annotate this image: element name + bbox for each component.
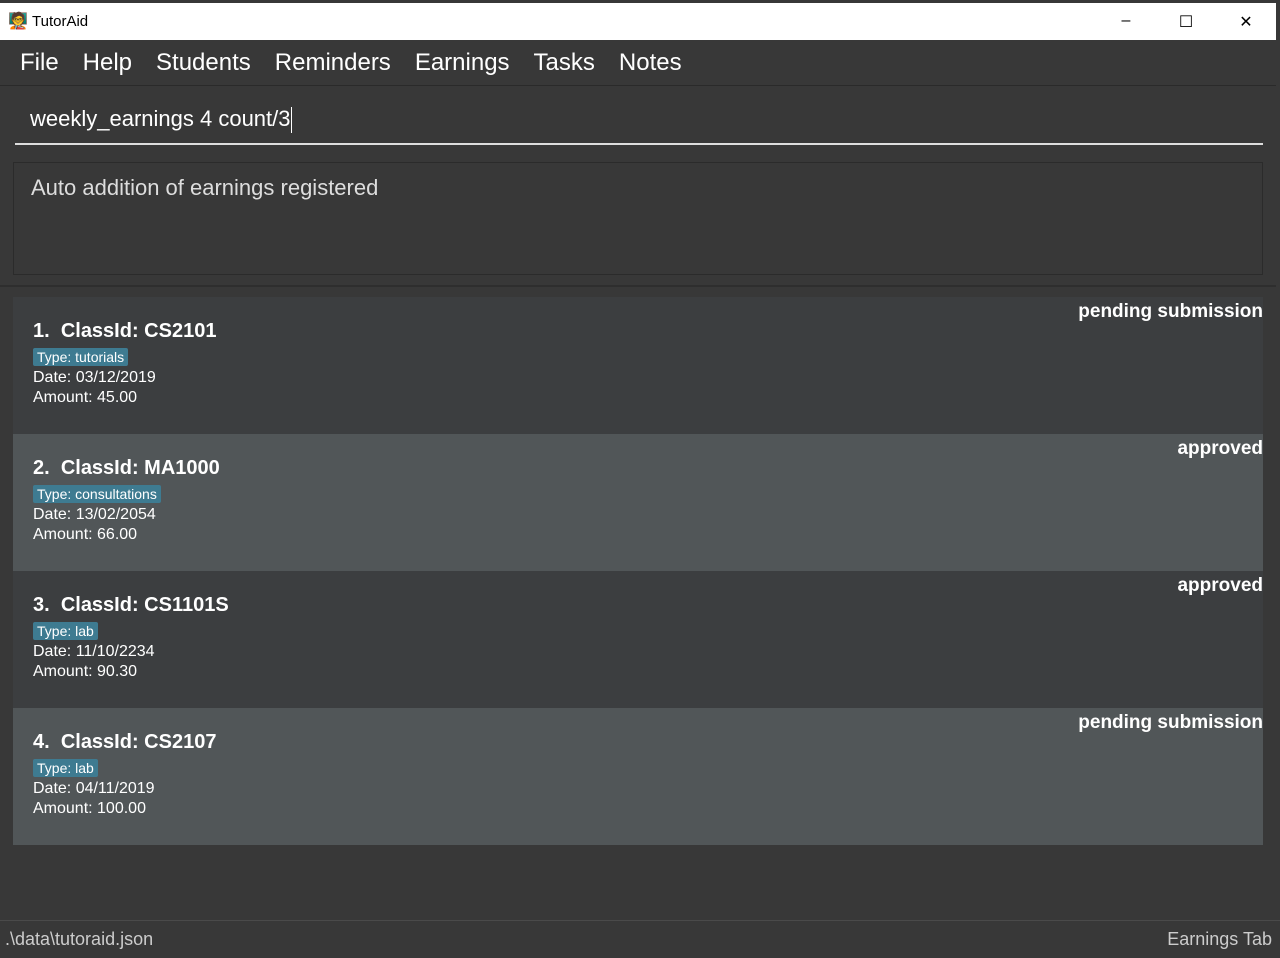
menu-help[interactable]: Help bbox=[83, 49, 132, 77]
index: 4. bbox=[33, 731, 50, 753]
type-tag: Type: consultations bbox=[33, 485, 161, 503]
amount: Amount: 45.00 bbox=[33, 389, 138, 406]
date: Date: 04/11/2019 bbox=[33, 780, 155, 797]
type-tag: Type: lab bbox=[33, 622, 98, 640]
close-button[interactable]: ✕ bbox=[1216, 12, 1276, 32]
command-text: weekly_earnings 4 count/3 bbox=[30, 106, 291, 131]
date: Date: 03/12/2019 bbox=[33, 369, 156, 386]
maximize-button[interactable]: ☐ bbox=[1156, 12, 1216, 32]
window-title: TutorAid bbox=[32, 13, 89, 30]
index: 1. bbox=[33, 320, 50, 342]
minimize-button[interactable]: – bbox=[1096, 12, 1156, 32]
result-message: Auto addition of earnings registered bbox=[31, 175, 379, 200]
command-input[interactable]: weekly_earnings 4 count/3 bbox=[15, 96, 1263, 145]
menu-file[interactable]: File bbox=[20, 49, 59, 77]
earning-card[interactable]: approved 3. ClassId: CS1101S Type: lab D… bbox=[13, 571, 1263, 708]
current-tab: Earnings Tab bbox=[1167, 929, 1272, 949]
amount: Amount: 66.00 bbox=[33, 526, 138, 543]
index: 3. bbox=[33, 594, 50, 616]
menu-tasks[interactable]: Tasks bbox=[534, 49, 595, 77]
title-bar: 🧑‍🏫 TutorAid – ☐ ✕ bbox=[0, 3, 1276, 40]
earning-card[interactable]: pending submission 1. ClassId: CS2101 Ty… bbox=[13, 297, 1263, 434]
earning-card[interactable]: approved 2. ClassId: MA1000 Type: consul… bbox=[13, 434, 1263, 571]
earnings-list: pending submission 1. ClassId: CS2101 Ty… bbox=[0, 285, 1276, 918]
status-label: pending submission bbox=[1078, 301, 1263, 322]
date: Date: 13/02/2054 bbox=[33, 506, 156, 523]
app-logo-icon: 🧑‍🏫 bbox=[8, 12, 28, 30]
text-cursor bbox=[290, 107, 292, 134]
class-id: ClassId: CS2107 bbox=[60, 731, 217, 753]
date: Date: 11/10/2234 bbox=[33, 643, 155, 660]
result-display: Auto addition of earnings registered bbox=[13, 162, 1263, 275]
type-tag: Type: tutorials bbox=[33, 348, 129, 366]
status-label: approved bbox=[1177, 438, 1263, 459]
menu-students[interactable]: Students bbox=[156, 49, 251, 77]
type-tag: Type: lab bbox=[33, 759, 98, 777]
status-bar: .\data\tutoraid.json Earnings Tab bbox=[0, 920, 1280, 958]
earning-card[interactable]: pending submission 4. ClassId: CS2107 Ty… bbox=[13, 708, 1263, 845]
menu-notes[interactable]: Notes bbox=[619, 49, 682, 77]
index: 2. bbox=[33, 457, 50, 479]
class-id: ClassId: MA1000 bbox=[60, 457, 220, 479]
class-id: ClassId: CS2101 bbox=[60, 320, 217, 342]
menu-reminders[interactable]: Reminders bbox=[275, 49, 391, 77]
status-label: approved bbox=[1177, 575, 1263, 596]
file-path: .\data\tutoraid.json bbox=[5, 929, 154, 949]
amount: Amount: 100.00 bbox=[33, 800, 146, 817]
class-id: ClassId: CS1101S bbox=[60, 594, 229, 616]
menu-earnings[interactable]: Earnings bbox=[415, 49, 510, 77]
amount: Amount: 90.30 bbox=[33, 663, 138, 680]
menu-bar: File Help Students Reminders Earnings Ta… bbox=[0, 40, 1276, 86]
status-label: pending submission bbox=[1078, 712, 1263, 733]
